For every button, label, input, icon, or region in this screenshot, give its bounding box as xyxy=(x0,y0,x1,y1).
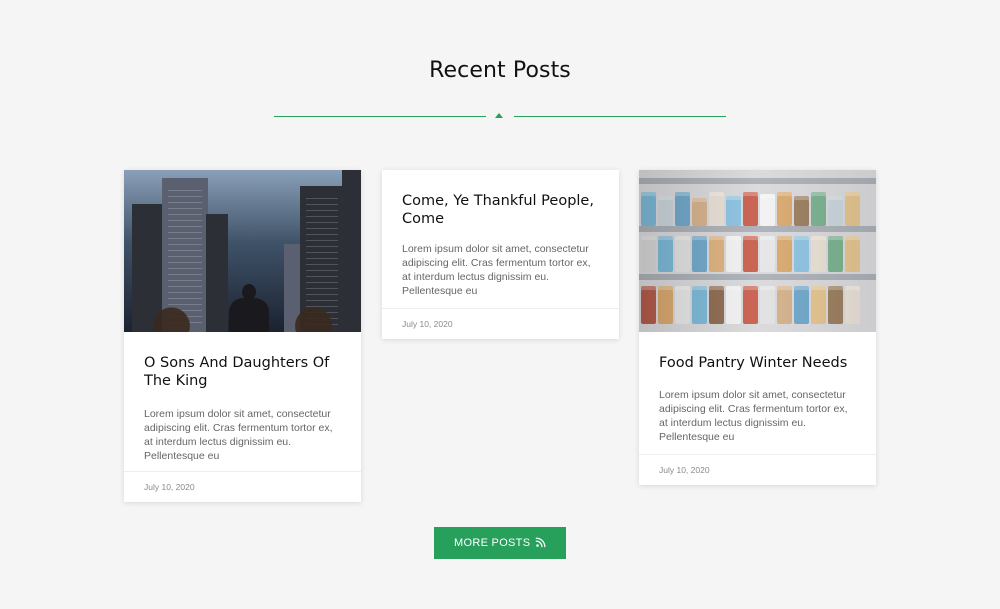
post-footer: July 10, 2020 xyxy=(382,308,619,339)
post-image-city[interactable] xyxy=(124,170,361,332)
post-card[interactable]: Food Pantry Winter Needs Lorem ipsum dol… xyxy=(639,170,876,485)
section-title: Recent Posts xyxy=(429,58,571,83)
divider-triangle-icon xyxy=(495,113,503,118)
post-excerpt: Lorem ipsum dolor sit amet, consectetur … xyxy=(144,408,333,462)
post-footer: July 10, 2020 xyxy=(124,471,361,502)
post-excerpt: Lorem ipsum dolor sit amet, consectetur … xyxy=(402,243,591,297)
post-excerpt: Lorem ipsum dolor sit amet, consectetur … xyxy=(659,389,848,443)
post-date: July 10, 2020 xyxy=(659,465,710,475)
more-posts-button[interactable]: MORE POSTS xyxy=(434,527,566,559)
post-title[interactable]: Come, Ye Thankful People, Come xyxy=(402,192,597,228)
glass-overlay xyxy=(639,170,876,332)
title-divider xyxy=(274,112,726,122)
post-date: July 10, 2020 xyxy=(144,482,195,492)
post-image-shelves[interactable] xyxy=(639,170,876,332)
person-body xyxy=(229,298,269,332)
more-posts-label: MORE POSTS xyxy=(454,537,531,549)
post-title[interactable]: Food Pantry Winter Needs xyxy=(659,354,854,372)
rss-icon xyxy=(534,535,548,549)
post-footer: July 10, 2020 xyxy=(639,454,876,485)
post-card[interactable]: O Sons And Daughters Of The King Lorem i… xyxy=(124,170,361,502)
divider-line-left xyxy=(274,116,486,117)
post-card[interactable]: Come, Ye Thankful People, Come Lorem ips… xyxy=(382,170,619,339)
post-date: July 10, 2020 xyxy=(402,319,453,329)
divider-line-right xyxy=(514,116,726,117)
post-title[interactable]: O Sons And Daughters Of The King xyxy=(144,354,339,390)
